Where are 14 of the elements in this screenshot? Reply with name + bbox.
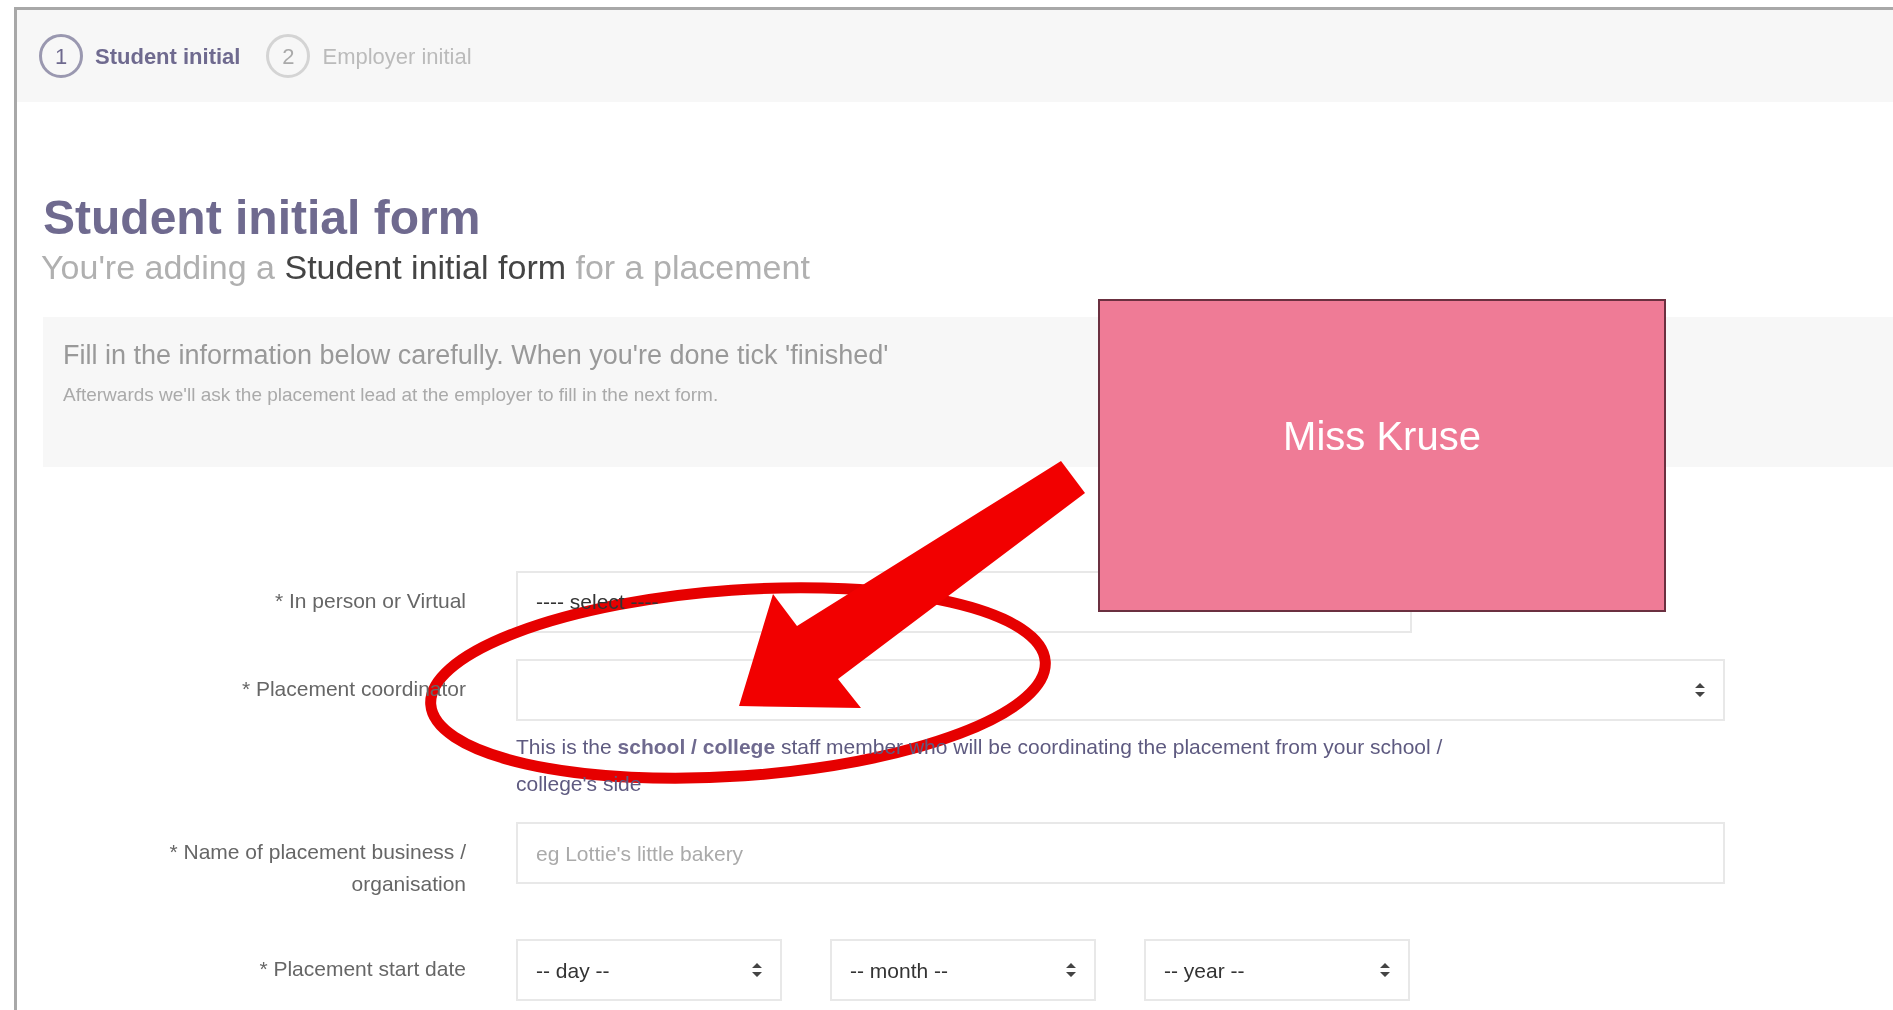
field-label: * In person or Virtual [273, 588, 467, 614]
form-subtitle: You're adding a Student initial form for a placement [41, 246, 811, 288]
annotation-tooltip: Miss Kruse [1098, 299, 1666, 612]
step-number: 1 [39, 34, 83, 78]
step-number: 2 [266, 34, 311, 78]
form-title: Student initial form [43, 192, 482, 245]
select-field[interactable]: -- year -- [1144, 939, 1410, 1002]
select-field[interactable]: -- day -- [516, 939, 782, 1002]
select-field[interactable]: -- month -- [830, 939, 1096, 1002]
info-text: Fill in the information below carefully. When you're done tick 'finished' [63, 339, 890, 372]
step-tab[interactable]: Student initial [95, 39, 241, 73]
info-note: Afterwards we'll ask the placement lead at the employer to fill in the next form. [63, 383, 720, 408]
field-label: * Placement start date [258, 956, 467, 983]
field-label: * Name of placement business / organisation [168, 839, 467, 897]
